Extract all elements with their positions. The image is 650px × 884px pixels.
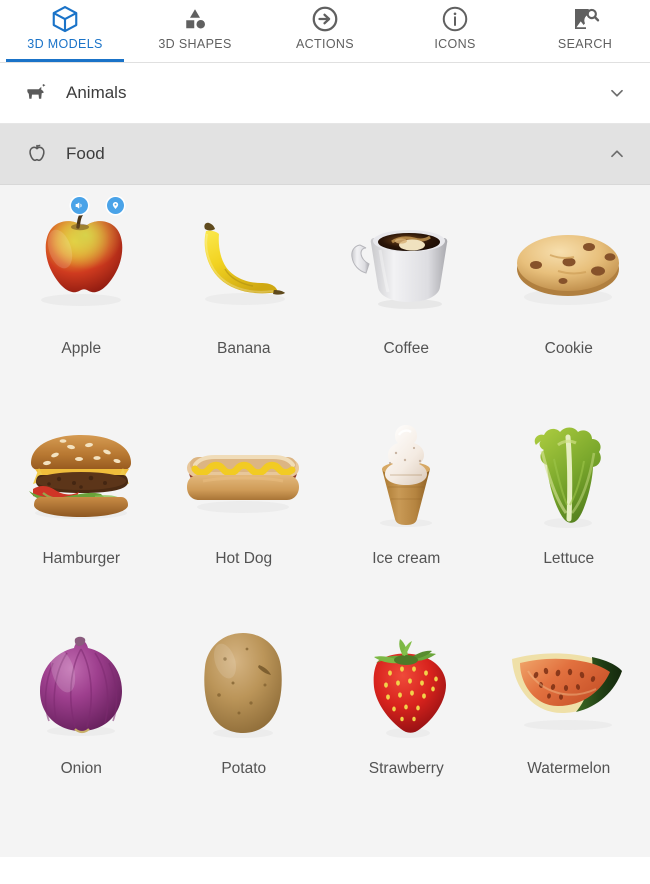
arrow-circle-icon [310,4,340,34]
item-label: Potato [221,760,267,777]
hot-dog-3d-model [181,415,306,540]
info-circle-icon [440,4,470,34]
section-header-food[interactable]: Food [0,124,650,185]
item-label: Hamburger [42,550,121,567]
tab-label: ACTIONS [295,37,354,51]
banana-3d-model [181,205,306,330]
item-label: Coffee [383,340,429,357]
tab-icons[interactable]: ICONS [390,0,520,62]
animation-badge-icon[interactable] [106,197,124,214]
section-title: Animals [66,83,127,102]
tab-3d-models[interactable]: 3D MODELS [0,0,130,62]
chevron-down-icon[interactable] [606,82,628,104]
item-label: Strawberry [368,760,444,777]
item-label: Onion [60,760,102,777]
tab-actions[interactable]: ACTIONS [260,0,390,62]
potato-3d-model [181,625,306,750]
coffee-3d-model [344,205,469,330]
active-tab-indicator [6,59,124,62]
shapes-icon [180,4,210,34]
cookie-3d-model [506,205,631,330]
model-grid-panel: Apple Banana Coffee Cookie Hamburger Hot… [0,185,650,857]
tab-label: 3D MODELS [27,37,103,51]
onion-3d-model [19,625,144,750]
category-tab-bar: 3D MODELS 3D SHAPES ACTIONS ICONS SEARCH [0,0,650,63]
sound-badge-icon[interactable] [70,197,88,214]
tab-search[interactable]: SEARCH [520,0,650,62]
grid-item-hamburger[interactable]: Hamburger [0,401,163,611]
grid-item-hot-dog[interactable]: Hot Dog [163,401,326,611]
cube-icon [50,4,80,34]
item-label: Ice cream [372,550,441,567]
grid-item-ice-cream[interactable]: Ice cream [325,401,488,611]
apple-3d-model [19,197,144,330]
tab-3d-shapes[interactable]: 3D SHAPES [130,0,260,62]
section-header-animals[interactable]: Animals [0,63,650,124]
apple-badges [70,197,124,214]
item-label: Banana [217,340,271,357]
model-grid: Apple Banana Coffee Cookie Hamburger Hot… [0,191,650,821]
hamburger-3d-model [19,415,144,540]
item-label: Lettuce [543,550,595,567]
item-label: Watermelon [527,760,611,777]
lettuce-3d-model [506,415,631,540]
strawberry-3d-model [344,625,469,750]
watermelon-3d-model [506,625,631,750]
chevron-up-icon[interactable] [606,143,628,165]
grid-item-lettuce[interactable]: Lettuce [488,401,650,611]
tab-label: ICONS [434,37,476,51]
grid-item-cookie[interactable]: Cookie [488,191,650,401]
image-search-icon [570,4,600,34]
grid-item-apple[interactable]: Apple [0,191,163,401]
grid-item-onion[interactable]: Onion [0,611,163,821]
grid-item-banana[interactable]: Banana [163,191,326,401]
dog-icon [24,81,54,105]
item-label: Hot Dog [215,550,273,567]
tab-label: SEARCH [557,37,613,51]
grid-item-strawberry[interactable]: Strawberry [325,611,488,821]
item-label: Cookie [544,340,593,357]
tab-label: 3D SHAPES [158,37,232,51]
grid-item-coffee[interactable]: Coffee [325,191,488,401]
grid-item-watermelon[interactable]: Watermelon [488,611,650,821]
grid-item-potato[interactable]: Potato [163,611,326,821]
apple-outline-icon [24,141,54,167]
item-label: Apple [61,340,102,357]
section-title: Food [66,144,105,163]
ice-cream-3d-model [344,415,469,540]
